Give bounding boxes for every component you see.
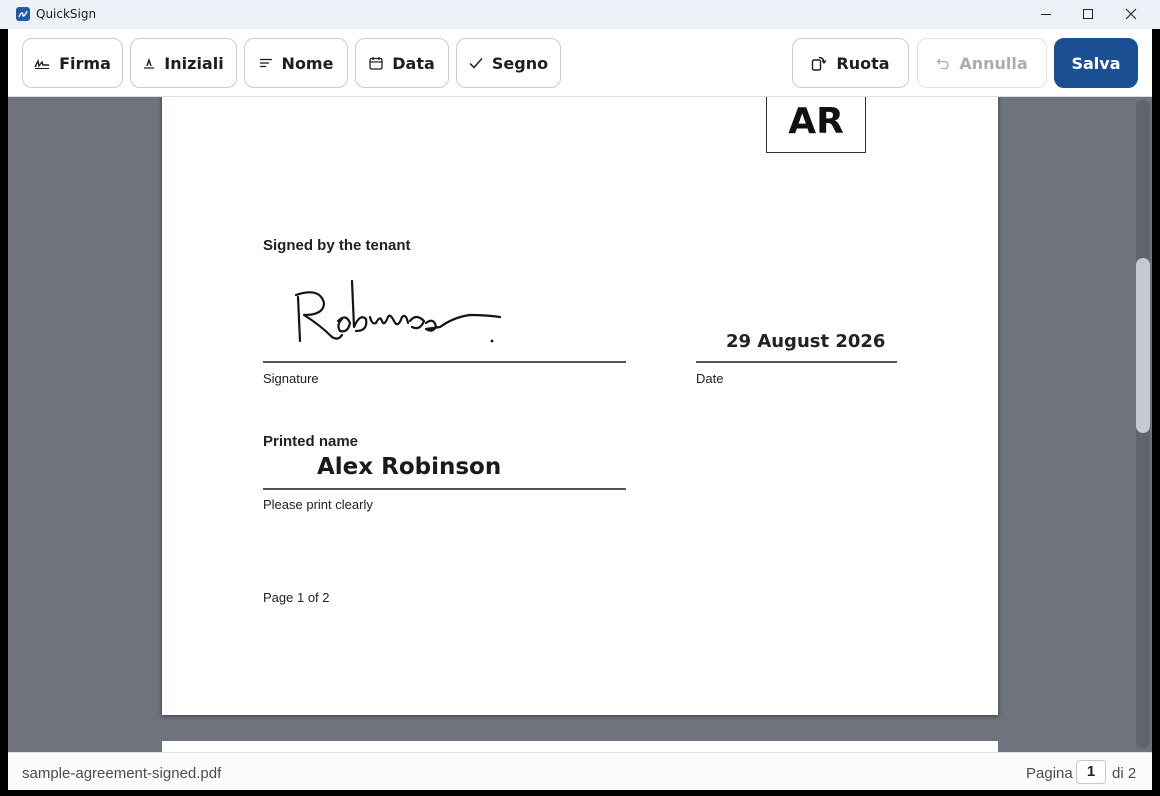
document-viewer[interactable]: AR Signed by the tenant Signature 29 Aug…	[8, 97, 1152, 752]
printed-name-value[interactable]: Alex Robinson	[317, 454, 501, 480]
signature-icon	[34, 58, 50, 69]
page-label: Pagina	[1026, 765, 1073, 782]
tool-firma-label: Firma	[59, 53, 111, 73]
rotate-icon	[812, 56, 827, 71]
rotate-label: Ruota	[836, 53, 890, 73]
tool-data-label: Data	[392, 53, 435, 73]
page-total-label: di 2	[1112, 765, 1137, 782]
tool-segno-button[interactable]: Segno	[456, 38, 561, 88]
calendar-icon	[369, 57, 383, 70]
tool-nome-label: Nome	[281, 53, 334, 73]
title-bar: QuickSign	[0, 0, 1160, 29]
undo-icon	[936, 58, 949, 70]
printed-name-heading: Printed name	[263, 433, 359, 450]
status-bar: sample-agreement-signed.pdf Pagina 1 di …	[8, 752, 1152, 790]
vertical-scrollbar[interactable]	[1136, 100, 1150, 748]
save-button[interactable]: Salva	[1054, 38, 1138, 88]
initials-text: AR	[788, 101, 844, 142]
signed-heading: Signed by the tenant	[263, 237, 411, 254]
page-number-input[interactable]: 1	[1076, 760, 1106, 784]
tool-iniziali-button[interactable]: Iniziali	[130, 38, 237, 88]
scrollbar-thumb[interactable]	[1136, 258, 1150, 433]
page-footer: Page 1 of 2	[263, 590, 330, 605]
minimize-button[interactable]	[1024, 0, 1068, 29]
window-title: QuickSign	[36, 7, 97, 21]
initials-stamp[interactable]: AR	[766, 97, 866, 153]
undo-label: Annulla	[959, 53, 1028, 73]
file-name: sample-agreement-signed.pdf	[22, 765, 222, 782]
text-lines-icon	[259, 58, 272, 68]
rotate-button[interactable]: Ruota	[792, 38, 909, 88]
date-field-value[interactable]: 29 August 2026	[726, 331, 885, 352]
handwritten-signature[interactable]	[290, 277, 510, 349]
close-button[interactable]	[1109, 0, 1153, 29]
document-page: AR Signed by the tenant Signature 29 Aug…	[162, 97, 998, 715]
maximize-button[interactable]	[1066, 0, 1110, 29]
tool-segno-label: Segno	[491, 53, 549, 73]
toolbar: Firma Iniziali Nome Data Segno Ruota Ann…	[8, 29, 1152, 97]
save-label: Salva	[1071, 53, 1121, 73]
tool-nome-button[interactable]: Nome	[244, 38, 348, 88]
tool-firma-button[interactable]: Firma	[22, 38, 123, 88]
maximize-icon	[1083, 9, 1093, 19]
date-line	[696, 361, 897, 363]
minimize-icon	[1041, 14, 1051, 15]
close-icon	[1125, 8, 1137, 20]
printed-name-line	[263, 488, 626, 490]
tool-iniziali-label: Iniziali	[164, 53, 224, 73]
undo-button[interactable]: Annulla	[917, 38, 1047, 88]
checkmark-icon	[469, 58, 483, 69]
initials-icon	[144, 57, 155, 69]
tool-data-button[interactable]: Data	[355, 38, 449, 88]
signature-line	[263, 361, 626, 363]
signature-caption: Signature	[263, 371, 319, 386]
printed-name-caption: Please print clearly	[263, 497, 373, 512]
date-caption: Date	[696, 371, 724, 386]
app-logo-icon	[16, 7, 30, 21]
next-page-preview	[162, 741, 998, 752]
